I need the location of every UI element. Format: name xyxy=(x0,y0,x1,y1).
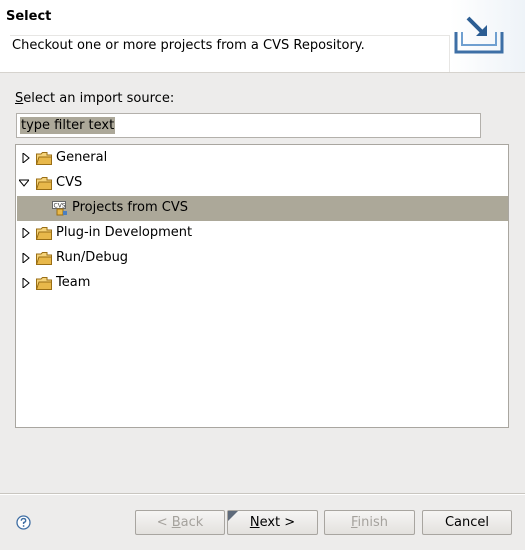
button-bar-separator xyxy=(0,493,525,495)
filter-input[interactable]: type filter text xyxy=(16,113,481,138)
tree-item-general[interactable]: General xyxy=(17,146,508,171)
folder-icon xyxy=(36,252,52,265)
back-button-mnemonic: B xyxy=(171,515,181,530)
tree-item-label: CVS xyxy=(56,175,83,190)
import-source-label-text: elect an import source: xyxy=(23,91,175,106)
back-button[interactable]: < Back xyxy=(135,510,225,535)
next-button[interactable]: Next > xyxy=(227,510,318,535)
help-icon[interactable] xyxy=(16,515,31,530)
cancel-button[interactable]: Cancel xyxy=(422,510,512,535)
tree-item-plugin-development[interactable]: Plug-in Development xyxy=(17,221,508,246)
header-icon-area xyxy=(450,0,525,72)
back-button-prefix: < xyxy=(156,515,172,530)
filter-input-value[interactable]: type filter text xyxy=(20,117,116,134)
page-description: Checkout one or more projects from a CVS… xyxy=(10,35,450,72)
import-source-tree[interactable]: General CVS CVS Projects from CVS Plug-i… xyxy=(15,144,509,428)
collapse-arrow-icon[interactable] xyxy=(19,178,29,188)
tree-item-label: General xyxy=(56,150,108,165)
expand-arrow-icon[interactable] xyxy=(21,228,31,238)
tree-item-projects-from-cvs[interactable]: CVS Projects from CVS xyxy=(17,196,508,221)
next-button-mnemonic: N xyxy=(249,515,260,530)
import-wizard-icon xyxy=(454,16,504,54)
back-button-label: ack xyxy=(180,515,204,530)
expand-arrow-icon[interactable] xyxy=(21,278,31,288)
tree-item-cvs[interactable]: CVS xyxy=(17,171,508,196)
open-folder-icon xyxy=(36,177,52,190)
finish-button[interactable]: Finish xyxy=(324,510,415,535)
svg-text:CVS: CVS xyxy=(54,203,66,210)
folder-icon xyxy=(36,152,52,165)
tree-item-label: Plug-in Development xyxy=(56,225,193,240)
expand-arrow-icon[interactable] xyxy=(21,253,31,263)
tree-item-team[interactable]: Team xyxy=(17,271,508,296)
wizard-header: Select Checkout one or more projects fro… xyxy=(0,0,525,73)
folder-icon xyxy=(36,277,52,290)
page-title: Select xyxy=(6,9,52,24)
tree-item-run-debug[interactable]: Run/Debug xyxy=(17,246,508,271)
finish-button-label: inish xyxy=(357,515,389,530)
import-source-label: Select an import source: xyxy=(15,91,174,106)
expand-arrow-icon[interactable] xyxy=(21,153,31,163)
folder-icon xyxy=(36,227,52,240)
tree-item-label: Team xyxy=(56,275,91,290)
default-button-marker xyxy=(228,511,238,521)
tree-item-label: Projects from CVS xyxy=(72,200,188,215)
cvs-project-icon: CVS xyxy=(52,201,67,216)
next-button-label: ext > xyxy=(259,515,296,530)
tree-item-label: Run/Debug xyxy=(56,250,129,265)
